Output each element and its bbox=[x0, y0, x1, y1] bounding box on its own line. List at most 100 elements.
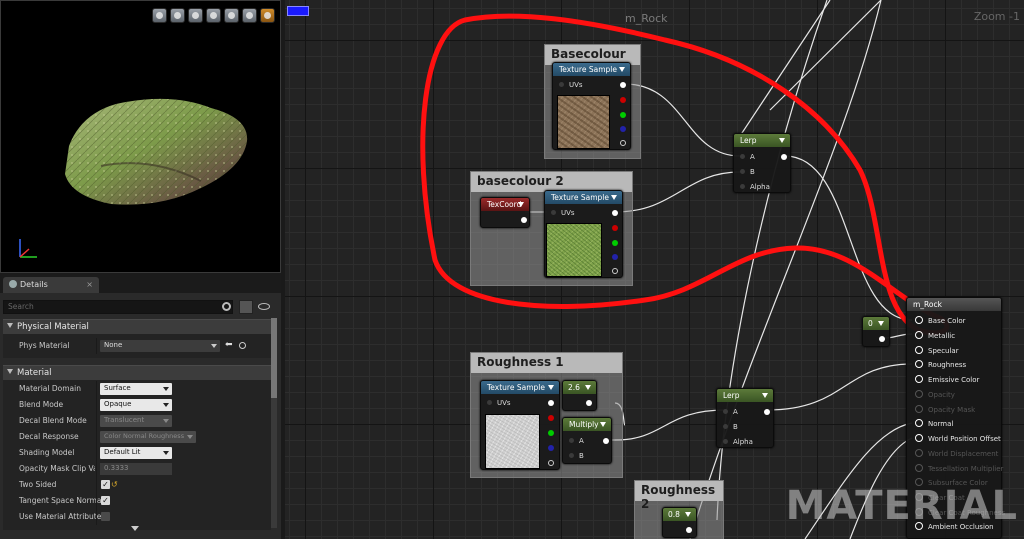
constant-node-0-8[interactable]: 0.8 bbox=[662, 507, 697, 538]
lerp-alpha-pin[interactable]: Alpha bbox=[740, 183, 770, 191]
property-matrix-icon[interactable] bbox=[239, 300, 253, 314]
g-out-pin[interactable] bbox=[548, 430, 554, 436]
lerp-out-pin[interactable] bbox=[781, 154, 787, 160]
multiply-node[interactable]: Multiply A B bbox=[562, 417, 612, 464]
lerp-alpha-pin[interactable]: Alpha bbox=[723, 438, 753, 446]
b-out-pin[interactable] bbox=[548, 445, 554, 451]
rock-preview-mesh bbox=[65, 98, 248, 205]
opacity-mask-pin[interactable]: Opacity Mask bbox=[915, 405, 975, 414]
wire-base1-a bbox=[624, 83, 741, 157]
reset-to-default-icon[interactable]: ↺ bbox=[111, 480, 118, 489]
details-scrollbar[interactable] bbox=[271, 318, 277, 528]
uvs-pin[interactable]: UVs bbox=[559, 81, 583, 89]
material-category[interactable]: Material bbox=[3, 365, 271, 380]
opacity-mask-clip-input[interactable]: 0.3333 bbox=[100, 463, 172, 475]
base-color-pin[interactable]: Base Color bbox=[915, 316, 966, 325]
cylinder-icon[interactable] bbox=[152, 8, 167, 23]
a-out-pin[interactable] bbox=[612, 268, 618, 274]
specular-pin[interactable]: Specular bbox=[915, 346, 959, 355]
details-panel: Details × Search Physical Material Phys M… bbox=[0, 273, 281, 539]
a-out-pin[interactable] bbox=[620, 140, 626, 146]
r-out-pin[interactable] bbox=[612, 225, 618, 231]
physical-material-category[interactable]: Physical Material bbox=[3, 319, 271, 334]
use-material-attributes-checkbox[interactable] bbox=[101, 512, 110, 521]
multiply-b-pin[interactable]: B bbox=[569, 452, 584, 460]
world-position-offset-pin[interactable]: World Position Offset bbox=[915, 434, 1001, 443]
r-out-pin[interactable] bbox=[548, 415, 554, 421]
preview-viewport[interactable] bbox=[0, 0, 281, 273]
world-displacement-pin[interactable]: World Displacement bbox=[915, 449, 998, 458]
details-tab[interactable]: Details × bbox=[3, 277, 99, 293]
rgb-out-pin[interactable] bbox=[548, 400, 554, 406]
lerp-b-pin[interactable]: B bbox=[740, 168, 755, 176]
noise-texture-thumbnail bbox=[485, 414, 540, 469]
tangent-space-normal-checkbox[interactable]: ✓ bbox=[101, 496, 110, 505]
search-icon[interactable] bbox=[222, 302, 231, 311]
normal-pin[interactable]: Normal bbox=[915, 419, 953, 428]
lerp-node-2[interactable]: Lerp A B Alpha bbox=[716, 388, 774, 448]
metallic-pin[interactable]: Metallic bbox=[915, 331, 955, 340]
two-sided-checkbox[interactable]: ✓ bbox=[101, 480, 110, 489]
browse-icon[interactable] bbox=[239, 342, 246, 349]
constant-out-pin[interactable] bbox=[686, 527, 692, 533]
g-out-pin[interactable] bbox=[620, 112, 626, 118]
opacity-mask-clip-row: Opacity Mask Clip Value 0.3333 bbox=[3, 461, 271, 477]
lerp-out-pin[interactable] bbox=[764, 409, 770, 415]
shading-model-dropdown[interactable]: Default Lit bbox=[100, 447, 172, 459]
texture-icon[interactable] bbox=[242, 8, 257, 23]
cube-icon[interactable] bbox=[206, 8, 221, 23]
material-graph-canvas[interactable]: m_Rock Zoom -1 Basecolour basecolour 2 R… bbox=[285, 0, 1024, 539]
axis-gizmo bbox=[19, 239, 37, 258]
constant-out-pin[interactable] bbox=[879, 336, 885, 342]
constant-node-2-6[interactable]: 2.6 bbox=[562, 380, 597, 411]
close-tab-icon[interactable]: × bbox=[86, 280, 93, 289]
expand-advanced-icon[interactable] bbox=[131, 526, 139, 531]
blend-mode-dropdown[interactable]: Opaque bbox=[100, 399, 172, 411]
use-selected-arrow-icon[interactable]: ⬅ bbox=[225, 340, 233, 350]
constant-node-metallic[interactable]: 0 bbox=[862, 316, 890, 347]
r-out-pin[interactable] bbox=[620, 97, 626, 103]
rgb-out-pin[interactable] bbox=[620, 82, 626, 88]
texture-sample-node-3[interactable]: Texture Sample UVs bbox=[480, 380, 560, 470]
texture-sample-node-2[interactable]: Texture Sample UVs bbox=[544, 190, 623, 278]
texcoord-node[interactable]: TexCoord bbox=[480, 197, 530, 228]
uvs-pin[interactable]: UVs bbox=[551, 209, 575, 217]
lerp-node-1[interactable]: Lerp A B Alpha bbox=[733, 133, 791, 193]
phys-material-row: Phys Material None ⬅ bbox=[3, 338, 271, 354]
constant-out-pin[interactable] bbox=[586, 400, 592, 406]
texcoord-out-pin[interactable] bbox=[521, 217, 527, 223]
a-out-pin[interactable] bbox=[548, 460, 554, 466]
details-search-input[interactable]: Search bbox=[3, 300, 233, 314]
phys-material-dropdown[interactable]: None bbox=[100, 340, 220, 352]
g-out-pin[interactable] bbox=[612, 240, 618, 246]
preview-settings-icon[interactable] bbox=[260, 8, 275, 23]
shading-model-row: Shading Model Default Lit bbox=[3, 445, 271, 461]
decal-blend-mode-dropdown[interactable]: Translucent bbox=[100, 415, 172, 427]
roughness-pin[interactable]: Roughness bbox=[915, 360, 966, 369]
wire-long-2 bbox=[689, 0, 882, 539]
multiply-a-pin[interactable]: A bbox=[569, 437, 584, 445]
sphere-icon[interactable] bbox=[170, 8, 185, 23]
rgb-out-pin[interactable] bbox=[612, 210, 618, 216]
multiply-out-pin[interactable] bbox=[603, 438, 609, 444]
decal-response-row: Decal Response Color Normal Roughness bbox=[3, 429, 271, 445]
emissive-color-pin[interactable]: Emissive Color bbox=[915, 375, 979, 384]
texture-sample-node-1[interactable]: Texture Sample UVs bbox=[552, 62, 631, 150]
b-out-pin[interactable] bbox=[620, 126, 626, 132]
lerp-a-pin[interactable]: A bbox=[740, 153, 755, 161]
material-section: Material Domain Surface Blend Mode Opaqu… bbox=[3, 380, 271, 530]
b-out-pin[interactable] bbox=[612, 254, 618, 260]
material-domain-row: Material Domain Surface bbox=[3, 381, 271, 397]
tessellation-multiplier-pin[interactable]: Tessellation Multiplier bbox=[915, 464, 1003, 473]
decal-response-dropdown[interactable]: Color Normal Roughness bbox=[100, 431, 196, 443]
wire-base2-b bbox=[614, 171, 741, 213]
view-options-icon[interactable] bbox=[258, 303, 270, 310]
opacity-pin[interactable]: Opacity bbox=[915, 390, 955, 399]
mesh-icon[interactable] bbox=[224, 8, 239, 23]
plane-icon[interactable] bbox=[188, 8, 203, 23]
material-domain-dropdown[interactable]: Surface bbox=[100, 383, 172, 395]
lerp-a-pin[interactable]: A bbox=[723, 408, 738, 416]
wire-mult-lerp-a bbox=[614, 409, 726, 441]
uvs-pin[interactable]: UVs bbox=[487, 399, 511, 407]
lerp-b-pin[interactable]: B bbox=[723, 423, 738, 431]
